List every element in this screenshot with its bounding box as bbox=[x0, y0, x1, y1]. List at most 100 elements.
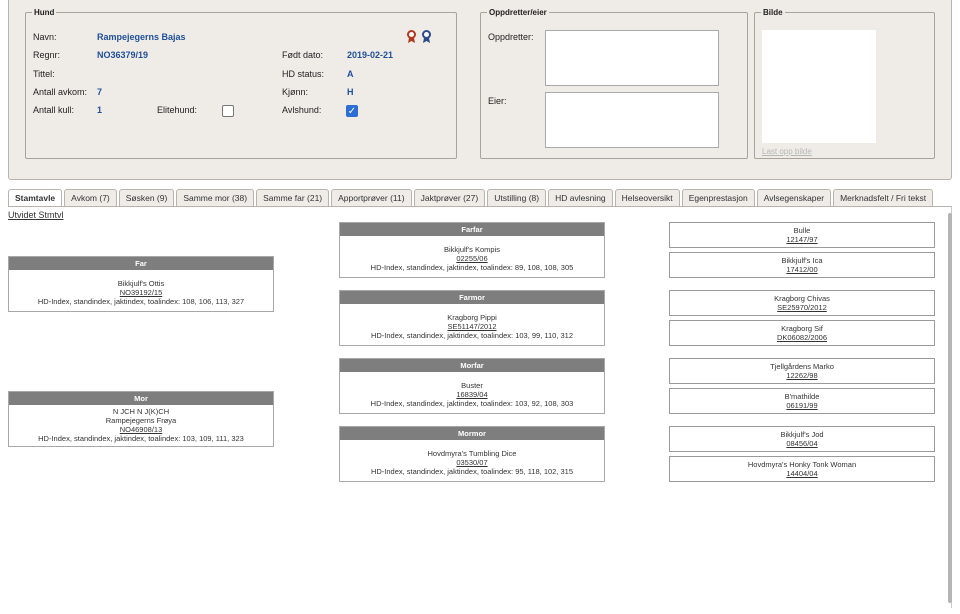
gen3-reg-link[interactable]: 17412/00 bbox=[670, 265, 934, 274]
name-value: Rampejegerns Bajas bbox=[97, 32, 186, 42]
farfar-header: Farfar bbox=[340, 223, 604, 236]
morfar-reg-link[interactable]: 16839/04 bbox=[340, 390, 604, 399]
mormor-box: Mormor Hovdmyra's Tumbling Dice 03530/07… bbox=[339, 426, 605, 482]
gen3-reg-link[interactable]: DK06082/2006 bbox=[670, 333, 934, 342]
gen3-box: Hovdmyra's Honky Tonk Woman 14404/04 bbox=[669, 456, 935, 482]
gen3-box: Bikkjulf's Jod 08456/04 bbox=[669, 426, 935, 452]
gen3-box: Kragborg Chivas SE25970/2012 bbox=[669, 290, 935, 316]
gen3-box: Kragborg Sif DK06082/2006 bbox=[669, 320, 935, 346]
elite-checkbox[interactable] bbox=[222, 105, 234, 117]
breeding-checkbox[interactable]: ✓ bbox=[346, 105, 358, 117]
gen3-box: B'mathilde 06191/99 bbox=[669, 388, 935, 414]
mor-index: HD-Index, standindex, jaktindex, toalind… bbox=[38, 434, 244, 443]
offspring-label: Antall avkom: bbox=[33, 87, 88, 97]
far-name: Bikkjulf's Ottis bbox=[117, 279, 165, 288]
morfar-box: Morfar Buster 16839/04 HD-Index, standin… bbox=[339, 358, 605, 414]
hd-label: HD status: bbox=[282, 69, 325, 79]
owner-label: Eier: bbox=[488, 96, 507, 106]
mormor-index: HD-Index, standindex, jaktindex, toalind… bbox=[370, 467, 574, 476]
tab-jaktprover[interactable]: Jaktprøver (27) bbox=[413, 189, 486, 206]
tab-helseoversikt[interactable]: Helseoversikt bbox=[614, 189, 680, 206]
far-header: Far bbox=[9, 257, 273, 270]
mormor-reg-link[interactable]: 03530/07 bbox=[340, 458, 604, 467]
gen3-name: Bikkjulf's Ica bbox=[781, 256, 823, 265]
tab-apportprover[interactable]: Apportprøver (11) bbox=[331, 189, 412, 206]
offspring-value: 7 bbox=[97, 87, 103, 97]
farmor-name: Kragborg Pippi bbox=[447, 313, 497, 322]
award-blue-icon bbox=[422, 30, 431, 43]
gen3-name: Kragborg Sif bbox=[781, 324, 823, 333]
tab-stamtavle[interactable]: Stamtavle bbox=[8, 189, 63, 207]
born-label: Født dato: bbox=[282, 50, 324, 60]
farmor-box: Farmor Kragborg Pippi SE51147/2012 HD-In… bbox=[339, 290, 605, 346]
farfar-name: Bikkjulf's Kompis bbox=[443, 245, 501, 254]
gen3-box: Bulle 12147/97 bbox=[669, 222, 935, 248]
gen3-reg-link[interactable]: 12147/97 bbox=[670, 235, 934, 244]
regnr-label: Regnr: bbox=[33, 50, 61, 60]
gen3-name: B'mathilde bbox=[784, 392, 820, 401]
tab-avkom[interactable]: Avkom (7) bbox=[64, 189, 117, 206]
gen3-name: Kragborg Chivas bbox=[774, 294, 830, 303]
gen3-name: Bikkjulf's Jod bbox=[780, 430, 824, 439]
dog-picture bbox=[762, 30, 876, 143]
name-label: Navn: bbox=[33, 32, 57, 42]
mormor-header: Mormor bbox=[340, 427, 604, 440]
gen3-reg-link[interactable]: 06191/99 bbox=[670, 401, 934, 410]
breeding-label: Avlshund: bbox=[282, 105, 322, 115]
dog-fieldset: Hund Navn: Rampejegerns Bajas Regnr: NO3… bbox=[25, 8, 457, 159]
gen3-reg-link[interactable]: 14404/04 bbox=[670, 469, 934, 478]
hd-value: A bbox=[347, 69, 354, 79]
morfar-name: Buster bbox=[461, 381, 483, 390]
gen3-name: Hovdmyra's Honky Tonk Woman bbox=[747, 460, 857, 469]
farfar-index: HD-Index, standindex, jaktindex, toalind… bbox=[370, 263, 574, 272]
gen3-box: Bikkjulf's Ica 17412/00 bbox=[669, 252, 935, 278]
farmor-index: HD-Index, standindex, jaktindex, toalind… bbox=[370, 331, 574, 340]
tab-avlsegenskaper[interactable]: Avlsegenskaper bbox=[756, 189, 832, 206]
award-red-icon bbox=[407, 30, 416, 43]
tab-samme-mor[interactable]: Samme mor (38) bbox=[176, 189, 255, 206]
mor-name: Rampejegerns Frøya bbox=[105, 416, 177, 425]
farfar-reg-link[interactable]: 02255/06 bbox=[340, 254, 604, 263]
mormor-name: Hovdmyra's Tumbling Dice bbox=[427, 449, 517, 458]
tab-sosken[interactable]: Søsken (9) bbox=[118, 189, 175, 206]
owner-legend: Oppdretter/eier bbox=[489, 8, 547, 17]
tab-egenprestasjon[interactable]: Egenprestasjon bbox=[681, 189, 755, 206]
mor-reg-link[interactable]: NO46908/13 bbox=[9, 425, 273, 434]
content-scrollbar[interactable] bbox=[948, 213, 952, 603]
picture-fieldset: Bilde Last opp bilde bbox=[754, 8, 935, 159]
picture-legend: Bilde bbox=[763, 8, 783, 17]
owner-field[interactable] bbox=[545, 92, 719, 148]
sex-value: H bbox=[347, 87, 354, 97]
regnr-value: NO36379/19 bbox=[97, 50, 149, 60]
litters-label: Antall kull: bbox=[33, 105, 75, 115]
title-label: Tittel: bbox=[33, 69, 55, 79]
dog-info-panel: Hund Navn: Rampejegerns Bajas Regnr: NO3… bbox=[8, 0, 952, 180]
gen3-box: Tjellgårdens Marko 12262/98 bbox=[669, 358, 935, 384]
mor-header: Mor bbox=[9, 392, 273, 405]
sex-label: Kjønn: bbox=[282, 87, 309, 97]
gen3-name: Tjellgårdens Marko bbox=[770, 362, 834, 371]
mor-title: N JCH N J(K)CH bbox=[112, 407, 170, 416]
born-value: 2019-02-21 bbox=[347, 50, 394, 60]
mor-box: Mor N JCH N J(K)CH Rampejegerns Frøya NO… bbox=[8, 391, 274, 447]
dog-legend: Hund bbox=[34, 8, 55, 17]
farmor-header: Farmor bbox=[340, 291, 604, 304]
tab-utstilling[interactable]: Utstilling (8) bbox=[487, 189, 547, 206]
farmor-reg-link[interactable]: SE51147/2012 bbox=[340, 322, 604, 331]
tab-merknadsfelt[interactable]: Merknadsfelt / Fri tekst bbox=[833, 189, 934, 206]
extended-pedigree-link[interactable]: Utvidet Stmtvl bbox=[8, 210, 64, 220]
tab-samme-far[interactable]: Samme far (21) bbox=[256, 189, 330, 206]
gen3-reg-link[interactable]: 12262/98 bbox=[670, 371, 934, 380]
owner-fieldset: Oppdretter/eier Oppdretter: Eier: bbox=[480, 8, 748, 159]
upload-picture-link[interactable]: Last opp bilde bbox=[762, 147, 812, 156]
morfar-index: HD-Index, standindex, jaktindex, toalind… bbox=[370, 399, 574, 408]
gen3-reg-link[interactable]: 08456/04 bbox=[670, 439, 934, 448]
gen3-reg-link[interactable]: SE25970/2012 bbox=[670, 303, 934, 312]
morfar-header: Morfar bbox=[340, 359, 604, 372]
breeder-label: Oppdretter: bbox=[488, 32, 534, 42]
far-reg-link[interactable]: NO39192/15 bbox=[9, 288, 273, 297]
breeder-field[interactable] bbox=[545, 30, 719, 86]
tab-hd-avlesning[interactable]: HD avlesning bbox=[548, 189, 613, 206]
farfar-box: Farfar Bikkjulf's Kompis 02255/06 HD-Ind… bbox=[339, 222, 605, 278]
tab-bar: Stamtavle Avkom (7) Søsken (9) Samme mor… bbox=[8, 189, 952, 207]
